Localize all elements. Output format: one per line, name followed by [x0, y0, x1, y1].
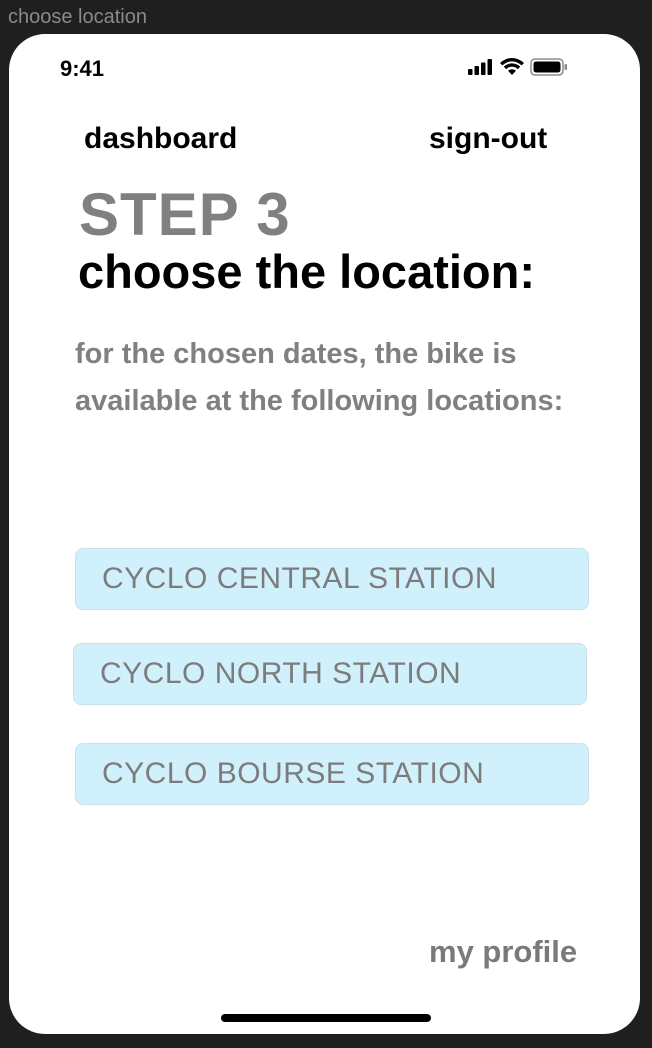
status-icons [468, 58, 568, 81]
dashboard-link[interactable]: dashboard [84, 122, 237, 156]
wifi-icon [500, 58, 524, 81]
phone-screen: 9:41 dashboard sign-out STEP 3 choose th… [9, 34, 640, 1034]
step-label: STEP 3 [79, 181, 291, 248]
battery-icon [530, 58, 568, 81]
description-text: for the chosen dates, the bike is availa… [75, 338, 564, 417]
page-title: choose the location: [78, 245, 535, 298]
status-time: 9:41 [60, 56, 105, 81]
location-button-north[interactable]: CYCLO NORTH STATION [73, 643, 587, 705]
home-indicator [221, 1014, 431, 1022]
sign-out-link[interactable]: sign-out [429, 122, 547, 156]
location-button-bourse[interactable]: CYCLO BOURSE STATION [75, 743, 589, 805]
my-profile-link[interactable]: my profile [429, 934, 577, 970]
location-button-central[interactable]: CYCLO CENTRAL STATION [75, 548, 589, 610]
frame-title: choose location [8, 6, 147, 28]
signal-icon [468, 59, 494, 80]
